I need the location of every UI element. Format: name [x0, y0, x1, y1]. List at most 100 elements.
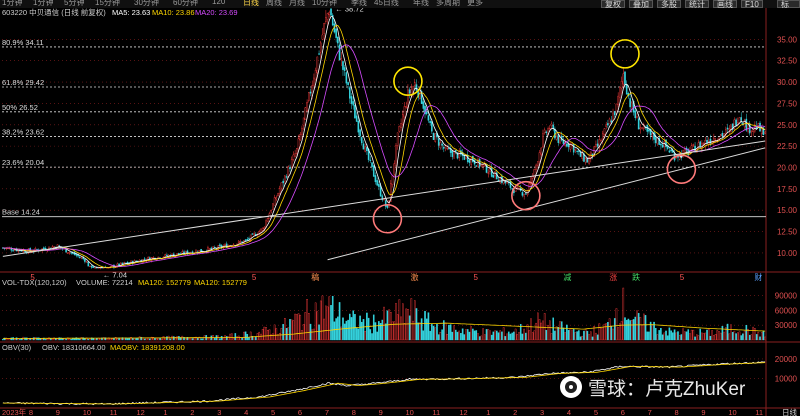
toolbar-button-3[interactable]: 统计	[685, 0, 709, 8]
volume-bar	[557, 326, 560, 341]
event-marker: 减	[563, 272, 571, 282]
candle-body	[402, 114, 404, 125]
volume-bar	[538, 319, 541, 341]
watermark-text: 雪球：卢克ZhuKer	[588, 378, 746, 400]
volume-bar	[441, 329, 443, 341]
volume-bar	[648, 331, 650, 341]
candle-body	[415, 84, 418, 91]
volume-bar	[639, 317, 642, 341]
volume-bar	[629, 320, 631, 341]
event-marker: 稿	[311, 272, 319, 282]
period-tab-14[interactable]: 多周期	[436, 0, 460, 8]
stock-chart[interactable]: 603220 中贝通信 (日线 前复权) MA5: 23.63 MA10: 23.8…	[0, 8, 800, 416]
volume-bar	[73, 338, 76, 341]
volume-bar	[14, 339, 16, 341]
candle-body	[309, 91, 312, 94]
volume-bar	[417, 322, 419, 341]
volume-bar	[439, 331, 442, 341]
volume-bar	[378, 321, 380, 341]
candle-body	[261, 227, 264, 231]
toolbar-button-6[interactable]: 标记	[777, 0, 800, 8]
volume-bar	[684, 331, 686, 341]
candle-body	[328, 11, 331, 15]
period-tab-10[interactable]: 10分钟	[312, 0, 337, 8]
volume-bar	[301, 329, 303, 341]
volume-bar	[94, 338, 96, 341]
candle-body	[282, 180, 284, 184]
candle-body	[266, 218, 269, 222]
period-tab-5[interactable]: 60分钟	[173, 0, 198, 8]
volume-bar	[755, 334, 758, 341]
candle-body	[521, 192, 524, 196]
volume-bar	[554, 330, 556, 341]
x-tick-label: 9	[56, 408, 60, 416]
candle-body	[637, 118, 640, 130]
candle-body	[624, 71, 626, 85]
volume-bar	[70, 339, 73, 341]
volume-bar	[448, 324, 450, 341]
volume-bar	[752, 326, 754, 341]
candle-body	[413, 82, 416, 86]
candle-body	[454, 149, 457, 152]
volume-bar	[352, 310, 355, 341]
volume-bar	[456, 331, 459, 341]
toolbar-button-1[interactable]: 叠加	[629, 0, 653, 8]
volume-bar	[304, 312, 307, 341]
volume-bar	[282, 324, 284, 341]
period-tab-9[interactable]: 月线	[289, 0, 305, 8]
obv-value: OBV: 18310664.00	[42, 343, 106, 352]
ma20-label: MA20: 23.69	[195, 8, 238, 17]
volume-bar	[432, 325, 435, 341]
volume-bar	[754, 328, 756, 341]
volume-bar	[718, 331, 720, 341]
candle-body	[506, 182, 508, 184]
toolbar-button-2[interactable]: 多股	[657, 0, 681, 8]
candle-body	[557, 134, 560, 143]
volume-bar	[501, 331, 503, 341]
volume-bar	[302, 324, 305, 341]
volume-bar	[574, 332, 577, 341]
period-tab-7[interactable]: 日线	[243, 0, 259, 8]
period-tab-11[interactable]: 季线	[351, 0, 367, 8]
volume-bar	[506, 333, 508, 341]
candle-body	[619, 86, 621, 98]
period-tab-1[interactable]: 1分钟	[33, 0, 53, 8]
x-tick-label: 6	[298, 408, 302, 416]
volume-ma-b: MA120: 152779	[194, 278, 247, 287]
candle-body	[629, 98, 631, 108]
period-tab-8[interactable]: 周线	[266, 0, 282, 8]
period-tab-12[interactable]: 45日线	[374, 0, 399, 8]
volume-bar	[145, 337, 148, 341]
volume-bar	[131, 338, 134, 341]
toolbar-button-0[interactable]: 复权	[601, 0, 625, 8]
volume-bar	[701, 332, 703, 341]
period-tab-13[interactable]: 年线	[413, 0, 429, 8]
x-tick-label: 4	[244, 408, 248, 416]
candle-body	[378, 184, 380, 187]
candle-body	[366, 147, 368, 152]
volume-bar	[111, 338, 114, 341]
x-tick-label: 11	[110, 408, 118, 416]
candle-body	[319, 42, 322, 53]
candle-body	[92, 266, 95, 268]
period-tab-0[interactable]: 1分钟	[2, 0, 22, 8]
candle-body	[431, 121, 433, 132]
toolbar-button-5[interactable]: F10	[741, 0, 763, 8]
period-tab-4[interactable]: 30分钟	[134, 0, 159, 8]
volume-bar	[666, 335, 669, 341]
x-tick-label: 8	[352, 408, 356, 416]
period-tab-2[interactable]: 5分钟	[64, 0, 84, 8]
volume-bar	[719, 332, 722, 341]
candle-body	[458, 150, 461, 158]
candle-body	[586, 158, 589, 163]
volume-bar	[260, 333, 262, 341]
candle-body	[538, 152, 541, 162]
volume-bar	[237, 335, 240, 341]
period-tab-15[interactable]: 更多	[467, 0, 483, 8]
period-tab-3[interactable]: 15分钟	[95, 0, 120, 8]
candle-body	[427, 115, 430, 121]
volume-bar	[359, 315, 361, 341]
toolbar-button-4[interactable]: 画线	[713, 0, 737, 8]
volume-bar	[96, 338, 98, 341]
period-tab-6[interactable]: 120	[212, 0, 225, 6]
